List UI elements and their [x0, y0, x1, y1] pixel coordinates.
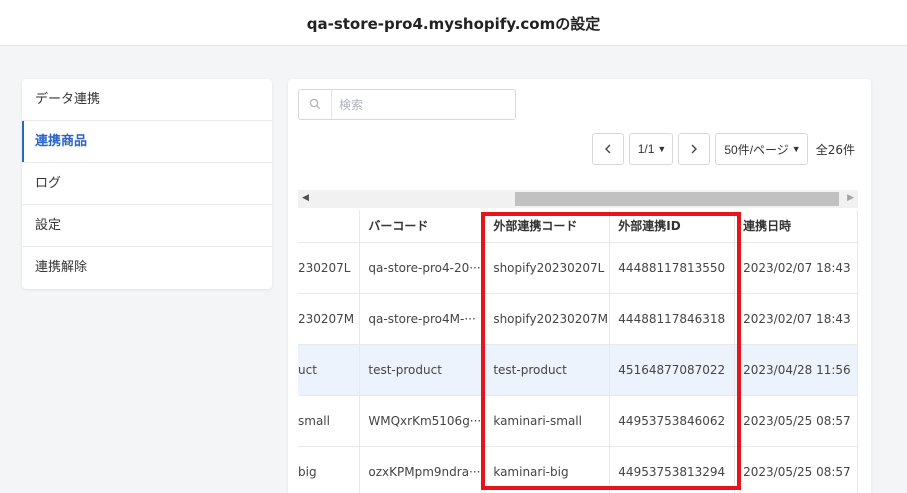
sidebar-item-log[interactable]: ログ [22, 163, 272, 205]
cell-code: 230207L [298, 242, 361, 294]
linked-products-table: バーコード 外部連携コード 外部連携ID 連携日時 230207L qa-sto… [298, 210, 858, 493]
cell-external-code: shopify20230207L [484, 242, 611, 294]
search-box [298, 89, 516, 120]
cell-code: big [298, 446, 361, 493]
chevron-down-icon: ▼ [791, 144, 801, 154]
cell-linked-at: 2023/05/25 08:57 [734, 446, 858, 493]
cell-code: 230207M [298, 293, 361, 345]
column-header-external-id[interactable]: 外部連携ID [609, 210, 736, 243]
table-header-row: バーコード 外部連携コード 外部連携ID 連携日時 [298, 210, 858, 243]
cell-external-id: 44953753813294 [609, 446, 736, 493]
page-title: qa-store-pro4.myshopify.comの設定 [306, 15, 601, 33]
search-icon [299, 90, 332, 119]
column-header-barcode[interactable]: バーコード [359, 210, 486, 243]
table-row-highlighted[interactable]: uct test-product test-product 4516487708… [298, 344, 858, 396]
cell-external-code: shopify20230207M [484, 293, 611, 345]
cell-external-code: kaminari-big [484, 446, 611, 493]
cell-external-id: 44488117813550 [609, 242, 736, 294]
cell-barcode: qa-store-pro4M-··· [359, 293, 486, 345]
cell-external-id: 44488117846318 [609, 293, 736, 345]
top-bar: qa-store-pro4.myshopify.comの設定 [0, 0, 907, 46]
cell-external-id: 44953753846062 [609, 395, 736, 447]
next-page-button[interactable] [678, 133, 711, 165]
per-page-value: 50件/ページ [724, 142, 789, 157]
scroll-right-arrow-icon[interactable]: ▶ [847, 193, 854, 203]
sidebar-item-unlink[interactable]: 連携解除 [22, 247, 272, 289]
scroll-left-arrow-icon[interactable]: ◀ [302, 193, 309, 203]
prev-page-button[interactable] [591, 133, 624, 165]
chevron-left-icon [604, 144, 611, 154]
column-header-linked-at[interactable]: 連携日時 [734, 210, 858, 243]
cell-external-code: kaminari-small [484, 395, 611, 447]
cell-barcode: qa-store-pro4-20··· [359, 242, 486, 294]
total-count: 全26件 [815, 142, 855, 157]
cell-external-id: 45164877087022 [609, 344, 736, 396]
horizontal-scrollbar[interactable]: ◀ ▶ [298, 190, 858, 208]
cell-linked-at: 2023/05/25 08:57 [734, 395, 858, 447]
main-panel: 1/1 ▼ 50件/ページ ▼ 全26件 ◀ ▶ バーコード 外部連携コード [288, 79, 871, 493]
table-row[interactable]: 230207M qa-store-pro4M-··· shopify202302… [298, 293, 858, 345]
table-row[interactable]: 230207L qa-store-pro4-20··· shopify20230… [298, 242, 858, 294]
cell-linked-at: 2023/02/07 18:43 [734, 293, 858, 345]
table-row[interactable]: small WMQxrKm5106g··· kaminari-small 449… [298, 395, 858, 447]
column-header-external-code[interactable]: 外部連携コード [484, 210, 611, 243]
cell-linked-at: 2023/02/07 18:43 [734, 242, 858, 294]
per-page-select[interactable]: 50件/ページ ▼ [715, 133, 808, 165]
cell-barcode: test-product [359, 344, 486, 396]
cell-external-code: test-product [484, 344, 611, 396]
sidebar-item-settings[interactable]: 設定 [22, 205, 272, 247]
cell-barcode: ozxKPMpm9ndra··· [359, 446, 486, 493]
scrollbar-thumb[interactable] [515, 192, 839, 206]
pagination: 1/1 ▼ 50件/ページ ▼ 全26件 [587, 133, 855, 165]
sidebar-item-linked-products[interactable]: 連携商品 [22, 121, 272, 163]
page-select-value: 1/1 [637, 142, 655, 156]
table-row[interactable]: big ozxKPMpm9ndra··· kaminari-big 449537… [298, 446, 858, 493]
cell-code: small [298, 395, 361, 447]
cell-linked-at: 2023/04/28 11:56 [734, 344, 858, 396]
chevron-right-icon [691, 144, 698, 154]
sidebar-item-data-integration[interactable]: データ連携 [22, 79, 272, 121]
search-input[interactable] [339, 95, 509, 114]
column-header-code[interactable] [298, 210, 361, 243]
chevron-down-icon: ▼ [657, 144, 667, 154]
cell-code: uct [298, 344, 361, 396]
cell-barcode: WMQxrKm5106g··· [359, 395, 486, 447]
sidebar-nav: データ連携 連携商品 ログ 設定 連携解除 [22, 79, 272, 289]
page-select[interactable]: 1/1 ▼ [628, 133, 674, 165]
